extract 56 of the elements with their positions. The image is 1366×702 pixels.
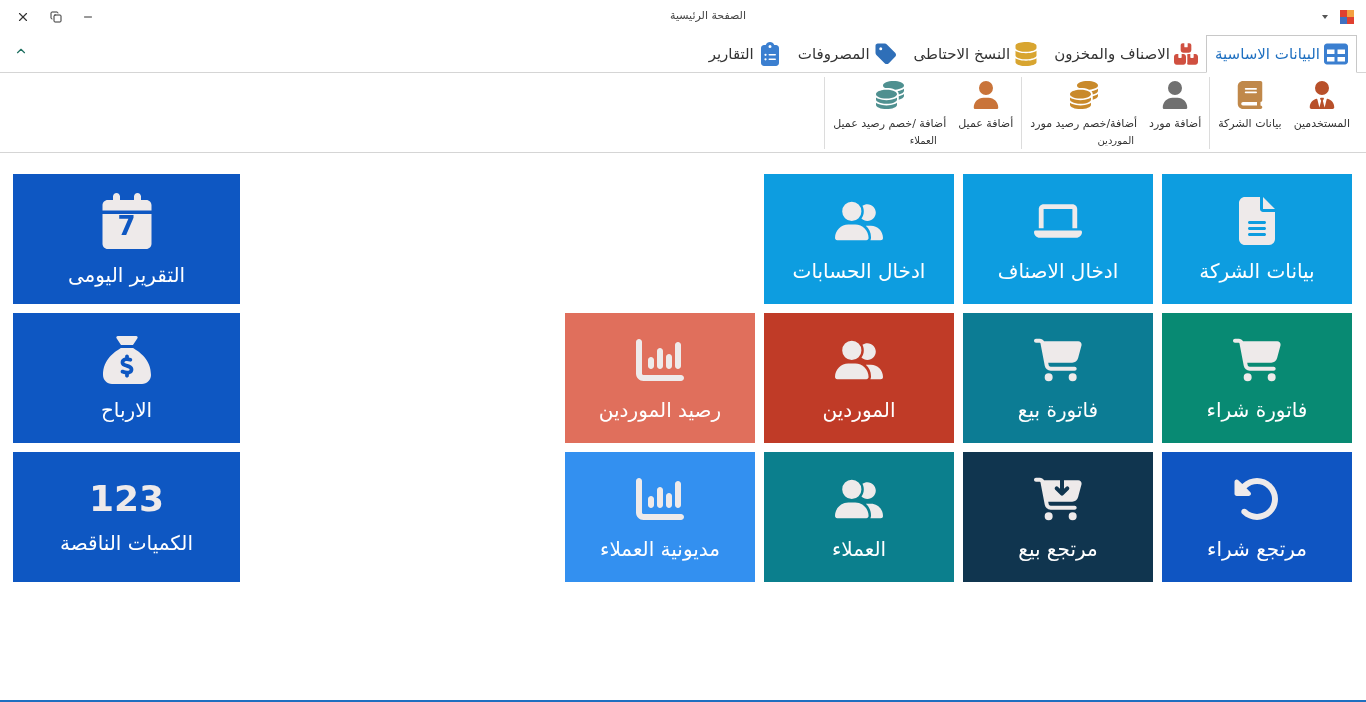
ribbon-button[interactable]: أضافة مورد xyxy=(1145,77,1206,132)
ribbon-tab[interactable]: البيانات الاساسية xyxy=(1206,35,1357,73)
book-icon xyxy=(1235,81,1264,109)
app-logo-icon xyxy=(1340,9,1354,24)
ribbon-tab[interactable]: الاصناف والمخزون xyxy=(1046,35,1206,73)
restore-icon[interactable] xyxy=(50,10,62,23)
ribbon-button[interactable]: بيانات الشركة xyxy=(1214,77,1286,132)
tile-label: مرتجع شراء xyxy=(1207,539,1307,559)
tile[interactable]: مرتجع بيع xyxy=(963,452,1153,582)
database-icon xyxy=(1014,42,1039,66)
ribbon-button[interactable]: أضافة/خصم رصيد مورد xyxy=(1026,77,1142,132)
dropdown-caret-icon[interactable] xyxy=(1322,14,1328,19)
person-icon xyxy=(1161,81,1190,109)
ribbon-button[interactable]: المستخدمين xyxy=(1289,77,1354,132)
tile-label: مرتجع بيع xyxy=(1018,539,1098,559)
ribbon-tab[interactable]: المصروفات xyxy=(789,35,906,73)
tile[interactable]: الموردين xyxy=(764,313,954,443)
coins-icon xyxy=(1069,81,1098,109)
money-bag-icon xyxy=(102,336,151,384)
tile-label: رصيد الموردين xyxy=(598,400,722,420)
tile-label: ادخال الحسابات xyxy=(792,261,926,281)
ribbon-button[interactable]: أضافة عميل xyxy=(954,77,1018,132)
tile-label: العملاء xyxy=(831,539,887,559)
chart-icon xyxy=(636,336,684,384)
group-label: الموردين xyxy=(1097,134,1134,148)
tile[interactable]: مرتجع شراء xyxy=(1162,452,1352,582)
person-icon xyxy=(971,81,1000,109)
tile-label: الكميات الناقصة xyxy=(60,533,193,553)
cart-icon xyxy=(1034,475,1082,523)
tag-icon xyxy=(873,42,898,66)
window-title: الصفحة الرئيسية xyxy=(670,8,746,25)
cart-icon xyxy=(1233,336,1281,384)
tile[interactable]: فاتورة شراء xyxy=(1162,313,1352,443)
ribbon-tab[interactable]: النسخ الاحتاطى xyxy=(905,35,1047,73)
coins-icon xyxy=(875,81,904,109)
tile-label: التقرير اليومى xyxy=(67,265,186,285)
tile-label: الموردين xyxy=(822,400,896,420)
group-label: العملاء xyxy=(909,134,937,148)
tile-label: ادخال الاصناف xyxy=(997,261,1119,281)
chart-icon xyxy=(636,475,684,523)
tile-label: مديونية العملاء xyxy=(600,539,720,559)
ribbon-tab[interactable]: التقارير xyxy=(700,35,790,73)
tile-label: الارباح xyxy=(100,400,153,420)
tile[interactable]: الارباح xyxy=(13,313,240,443)
tile-label: فاتورة بيع xyxy=(1017,400,1099,420)
ribbon-button[interactable]: أضافة /خصم رصيد عميل xyxy=(829,77,951,132)
tile[interactable]: العملاء xyxy=(764,452,954,582)
boxes-icon xyxy=(1174,42,1198,66)
table-icon xyxy=(1324,42,1348,66)
cart-icon xyxy=(1034,336,1082,384)
tile-label: بيانات الشركة xyxy=(1199,261,1315,281)
tile-label: فاتورة شراء xyxy=(1206,400,1308,420)
numbers-icon: 123 xyxy=(88,481,165,517)
return-icon xyxy=(1233,475,1281,523)
person-icon xyxy=(1307,81,1336,109)
tile[interactable]: فاتورة بيع xyxy=(963,313,1153,443)
